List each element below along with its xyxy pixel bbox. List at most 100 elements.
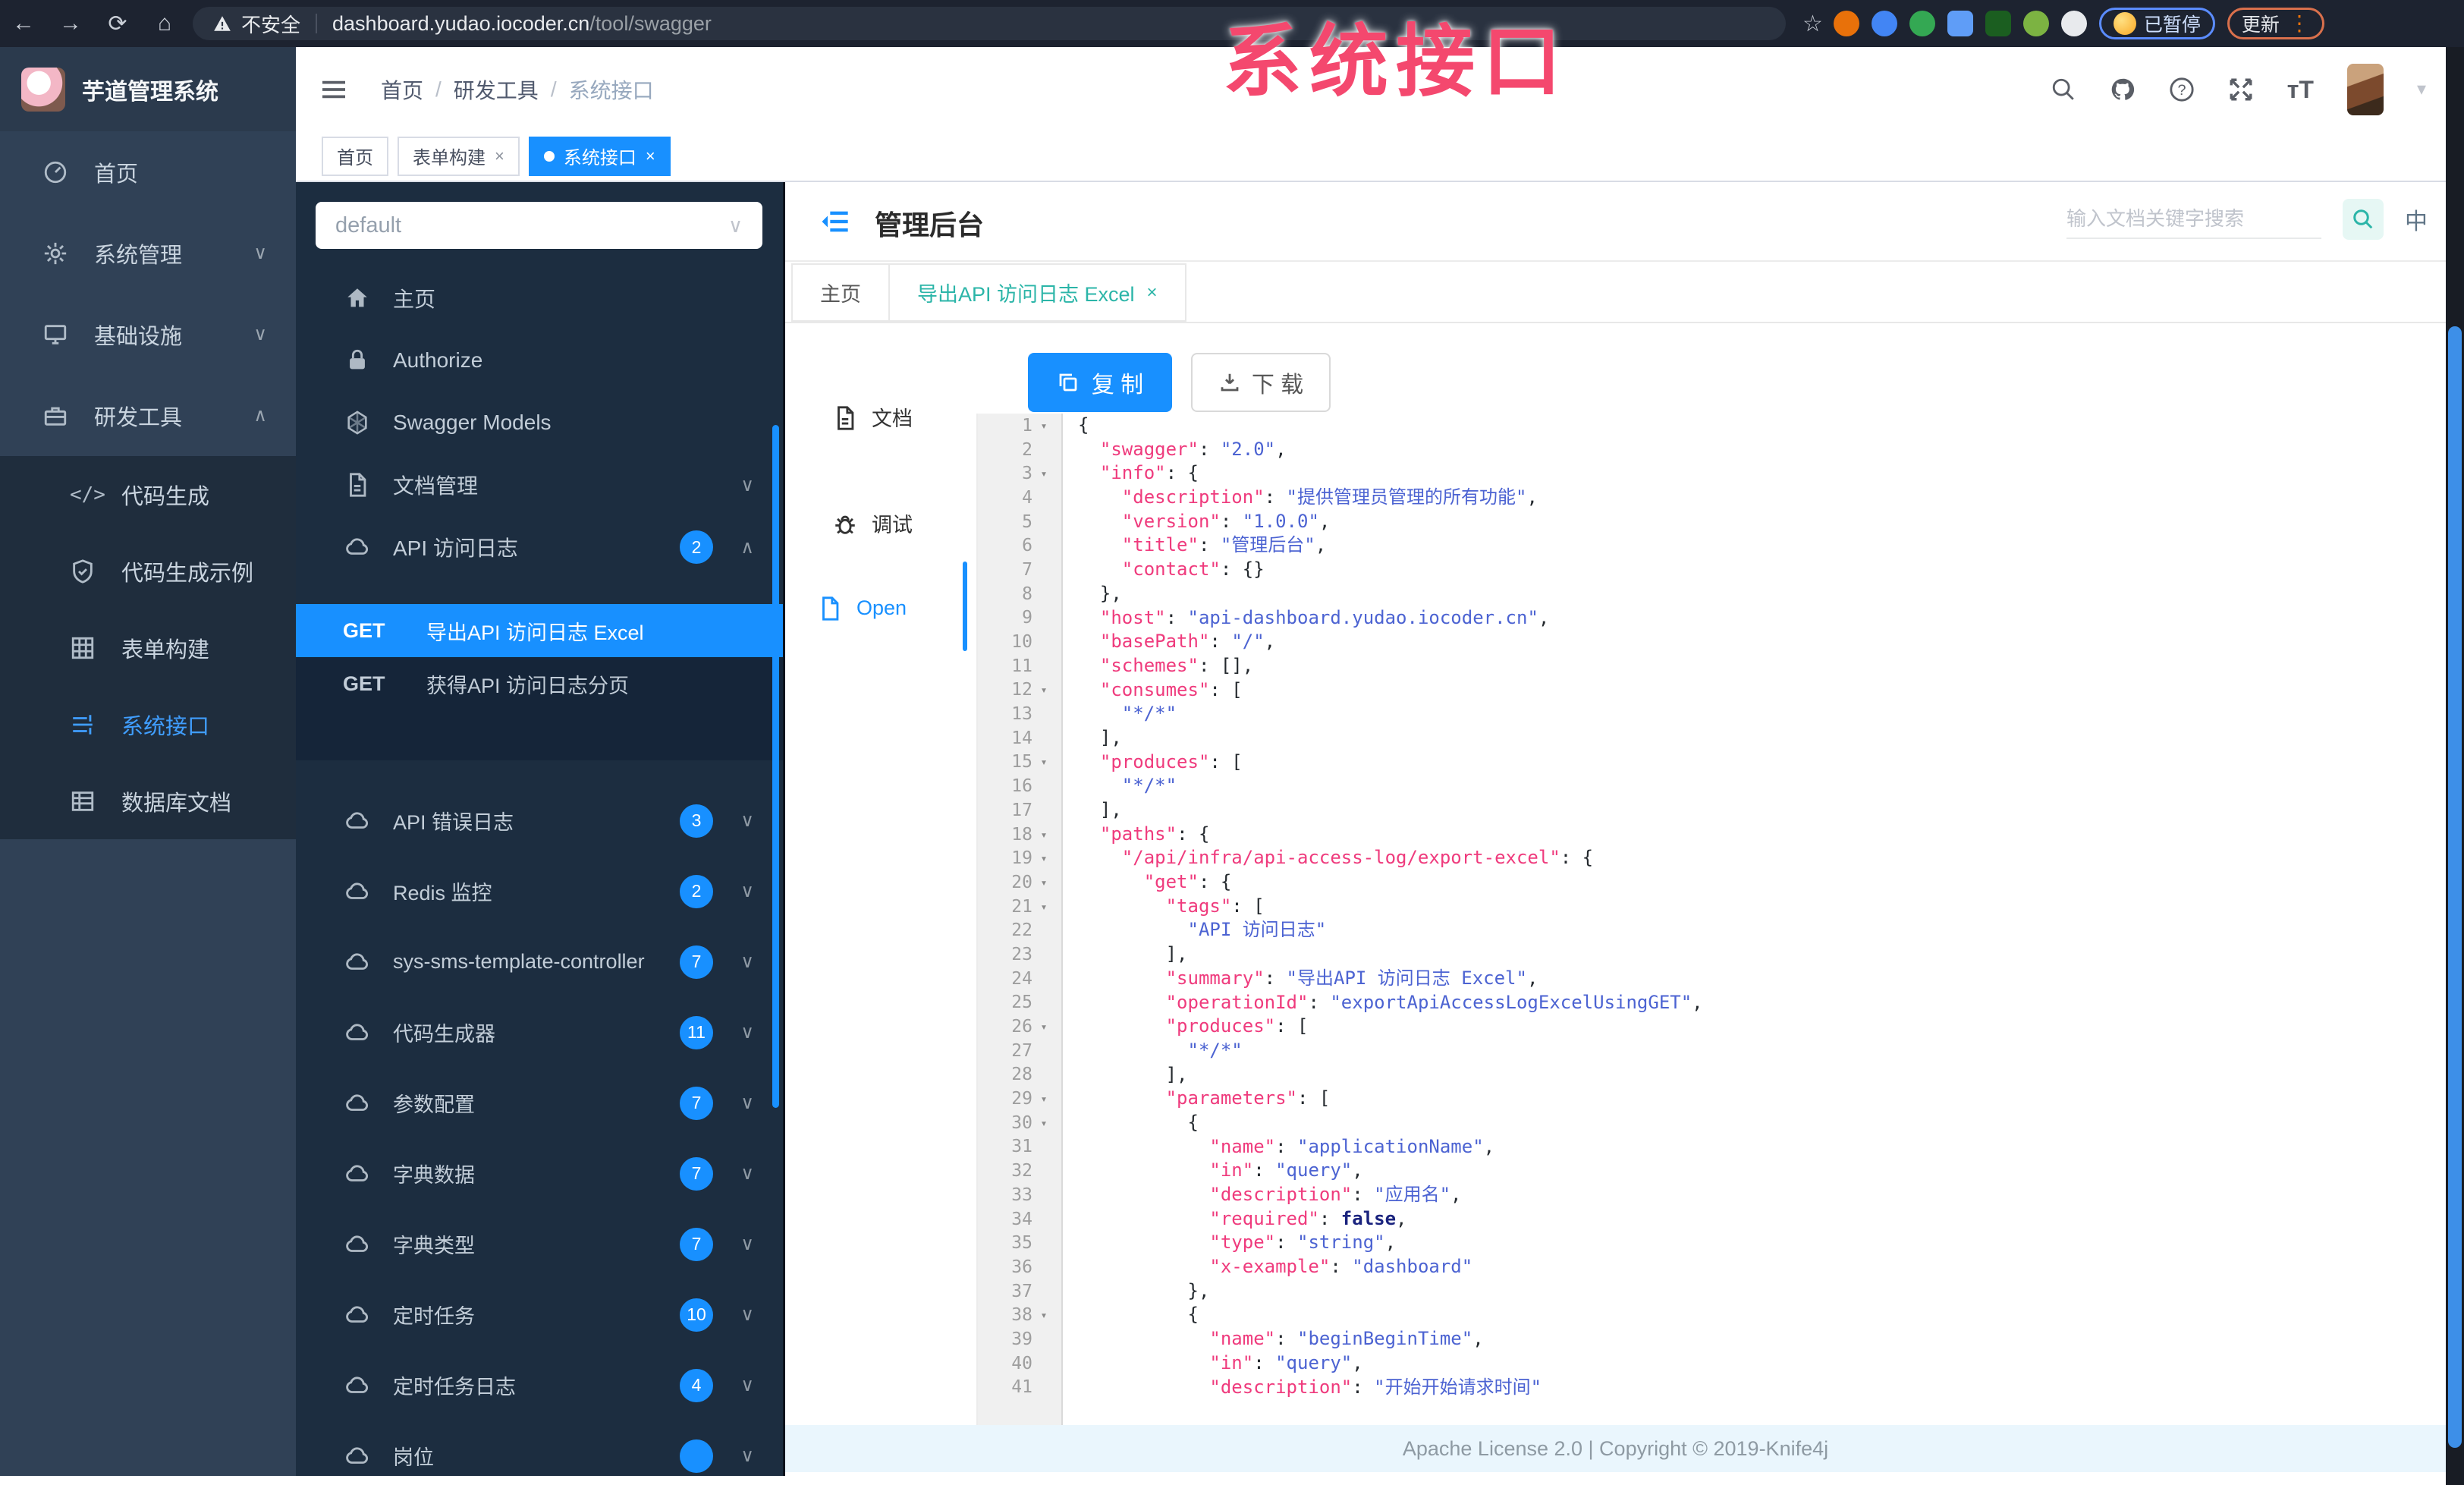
fold-arrow-icon[interactable]: ▾ [1032,467,1055,480]
font-size-icon[interactable]: тT [2287,77,2314,102]
fold-arrow-icon[interactable]: ▾ [1032,828,1055,842]
language-toggle-icon[interactable]: 中 [2405,203,2428,236]
doc-tab[interactable]: 导出API 访问日志 Excel × [888,263,1186,322]
sidebar-subitem-代码生成示例[interactable]: 代码生成示例 [0,533,296,609]
doc-tab[interactable]: 主页 [791,263,890,322]
blue-drop-extension-icon[interactable] [1871,11,1897,36]
browser-menu-icon[interactable]: ⋮ [2289,13,2310,34]
breadcrumb-separator: / [435,77,442,101]
green-leaf-extension-icon[interactable] [2022,11,2049,36]
swagger-menu-文档管理[interactable]: 文档管理 ∨ [296,454,783,516]
swagger-menu-主页[interactable]: 主页 [296,267,783,329]
chevron-down-icon[interactable]: ▾ [2417,78,2426,100]
api-operation[interactable]: GET 获得API 访问日志分页 [296,657,783,710]
home-icon[interactable]: ⌂ [141,11,188,36]
bookmark-star-icon[interactable]: ☆ [1802,11,1823,37]
collapse-menu-icon[interactable] [819,206,851,237]
fold-arrow-icon[interactable]: ▾ [1032,900,1055,914]
back-icon[interactable]: ← [0,11,47,36]
swagger-group-定时任务[interactable]: 定时任务 10 ∨ [296,1279,783,1350]
footer-text: Apache License 2.0 | Copyright © 2019-Kn… [1402,1436,1829,1460]
copy-button[interactable]: 复 制 [1028,353,1172,412]
code-line: }, [1078,582,1122,604]
sidebar-toggle-icon[interactable] [320,78,347,101]
fold-arrow-icon[interactable]: ▾ [1032,851,1055,865]
swagger-menu-Swagger Models[interactable]: Swagger Models [296,392,783,454]
download-button-label: 下 载 [1251,373,1304,398]
swagger-menu-Authorize[interactable]: Authorize [296,329,783,392]
swagger-group-API 错误日志[interactable]: API 错误日志 3 ∨ [296,785,783,856]
sidebar-item-首页[interactable]: 首页 [0,131,296,212]
swagger-group-参数配置[interactable]: 参数配置 7 ∨ [296,1068,783,1138]
paused-extension-badge[interactable]: 已暂停 [2098,8,2215,39]
sidebar-subitem-数据库文档[interactable]: 数据库文档 [0,763,296,839]
doc-side-tab-调试[interactable]: 调试 [832,508,913,538]
monitor-icon [42,322,73,348]
fold-arrow-icon[interactable]: ▾ [1032,1308,1055,1322]
swagger-group-字典类型[interactable]: 字典类型 7 ∨ [296,1209,783,1279]
swagger-group-sys-sms-template-controller[interactable]: sys-sms-template-controller 7 ∨ [296,927,783,997]
swagger-group-定时任务日志[interactable]: 定时任务日志 4 ∨ [296,1350,783,1421]
close-icon[interactable]: × [646,146,655,166]
swagger-group-Redis 监控[interactable]: Redis 监控 2 ∨ [296,856,783,927]
reload-icon[interactable]: ⟳ [94,11,141,37]
sidebar-subitem-代码生成[interactable]: </> 代码生成 [0,456,296,533]
help-icon[interactable]: ? [2169,77,2195,102]
code-line: "name": "applicationName", [1209,1135,1495,1157]
fold-arrow-icon[interactable]: ▾ [1032,1116,1055,1130]
gutter-line: 31 [978,1135,1061,1159]
dark-on-extension-icon[interactable] [1985,11,2011,36]
orange-extension-icon[interactable] [1833,11,1859,36]
security-label[interactable]: 不安全 [241,10,300,38]
doc-search-input[interactable] [2066,200,2321,239]
fold-arrow-icon[interactable]: ▾ [1032,683,1055,697]
breadcrumb-item[interactable]: 研发工具 [454,74,539,105]
fold-arrow-icon[interactable]: ▾ [1032,419,1055,433]
tag-view-item[interactable]: 表单构建 × [398,136,520,176]
sidebar-item-基础设施[interactable]: 基础设施 ∨ [0,294,296,375]
doc-search-button[interactable] [2343,199,2384,240]
page-scrollbar-thumb[interactable] [2448,326,2462,1448]
api-group-select[interactable]: default ∨ [316,202,762,249]
green-check-extension-icon[interactable] [1909,11,1935,36]
download-button[interactable]: 下 载 [1191,353,1331,412]
swagger-group-代码生成器[interactable]: 代码生成器 11 ∨ [296,997,783,1068]
api-operation[interactable]: GET 导出API 访问日志 Excel [296,604,783,657]
gutter-line: 2 [978,438,1061,462]
page-scrollbar[interactable] [2446,47,2464,1485]
search-icon[interactable] [2051,77,2076,102]
cloud-icon [344,1020,372,1046]
close-icon[interactable]: × [1147,282,1158,304]
doc-side-tab-Open[interactable]: Open [817,596,907,621]
browser-update-button[interactable]: 更新 ⋮ [2227,8,2324,39]
swagger-group-岗位[interactable]: 岗位 ∨ [296,1421,783,1476]
doc-side-tab-文档[interactable]: 文档 [832,402,913,432]
chevron-down-icon: ∨ [740,1022,754,1043]
swagger-group-字典数据[interactable]: 字典数据 7 ∨ [296,1138,783,1209]
panel-scrollbar-thumb[interactable] [772,425,779,1108]
fold-arrow-icon[interactable]: ▾ [1032,755,1055,769]
fold-arrow-icon[interactable]: ▾ [1032,1020,1055,1034]
sidebar-item-研发工具[interactable]: 研发工具 ∧ [0,375,296,456]
breadcrumb-item[interactable]: 首页 [381,74,423,105]
white-flower-extension-icon[interactable] [2060,11,2087,36]
api-group-select-value: default [335,212,402,238]
sidebar-subitem-表单构建[interactable]: 表单构建 [0,609,296,686]
code-editor[interactable]: 1 ▾ 2 3 ▾ 4 5 6 7 8 9 10 11 12 ▾ 13 14 15 ▾ 16 17 18 ▾ 19 ▾ 20 ▾ 21… [976,414,2446,1425]
sidebar-item-系统管理[interactable]: 系统管理 ∨ [0,212,296,294]
forward-icon[interactable]: → [47,11,94,36]
sidebar-subitem-系统接口[interactable]: 系统接口 [0,686,296,763]
swagger-menu-API 访问日志[interactable]: API 访问日志 2 ∧ [296,516,783,578]
table-icon [70,788,100,814]
github-icon[interactable] [2110,77,2136,102]
editor-code[interactable]: { "swagger": "2.0", "info": { "descripti… [1063,414,2446,1425]
fold-arrow-icon[interactable]: ▾ [1032,876,1055,889]
close-icon[interactable]: × [495,146,504,166]
tag-view-item[interactable]: 首页 [322,136,388,176]
fold-arrow-icon[interactable]: ▾ [1032,1092,1055,1106]
code-line: "*/*" [1187,1039,1243,1061]
user-avatar[interactable] [2346,63,2384,115]
blue-grid-extension-icon[interactable] [1947,11,1973,36]
fullscreen-icon[interactable] [2228,77,2254,102]
tag-view-item[interactable]: 系统接口 × [528,136,671,176]
